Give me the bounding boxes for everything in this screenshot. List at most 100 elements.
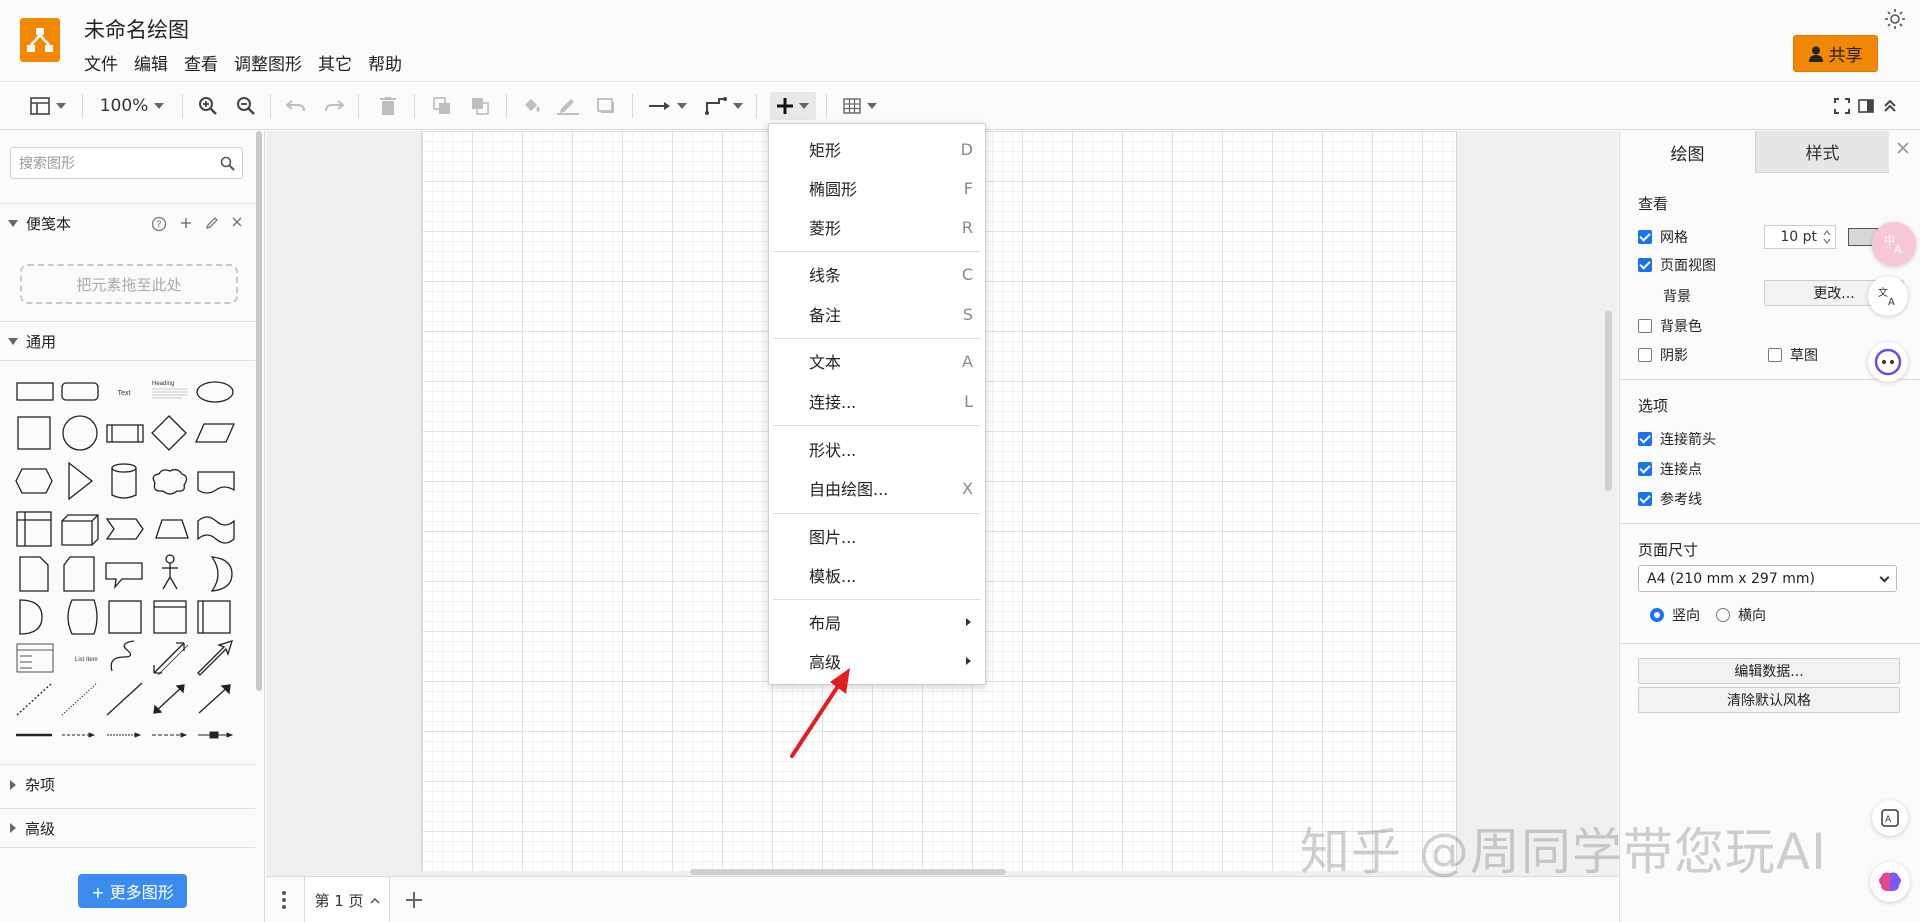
shadow-checkbox-row[interactable]: 阴影: [1638, 345, 1688, 365]
shape-link-labeled[interactable]: [152, 732, 188, 738]
format-toggle-button[interactable]: [1856, 92, 1876, 120]
screenshot-translate-widget[interactable]: A: [1872, 800, 1908, 836]
landscape-radio-row[interactable]: 横向: [1716, 605, 1766, 625]
page-view-checkbox-row[interactable]: 页面视图: [1638, 255, 1716, 275]
menu-item-freehand[interactable]: 自由绘图... X: [769, 469, 985, 507]
shape-or[interactable]: [210, 556, 233, 592]
shape-delay[interactable]: [19, 599, 43, 635]
connection-style-dropdown[interactable]: [646, 92, 690, 120]
shape-curve[interactable]: [110, 640, 135, 672]
document-title[interactable]: 未命名绘图: [84, 14, 189, 44]
shape-data-storage[interactable]: [67, 599, 98, 635]
zoom-in-button[interactable]: [196, 92, 220, 120]
menu-arrange[interactable]: 调整图形: [234, 50, 302, 75]
shape-textbox[interactable]: Heading: [152, 381, 188, 399]
shape-cylinder[interactable]: [111, 463, 137, 499]
connection-arrows-row[interactable]: 连接箭头: [1638, 429, 1716, 449]
translate-widget[interactable]: 中A: [1872, 222, 1916, 266]
connection-points-row[interactable]: 连接点: [1638, 459, 1702, 479]
shape-trapezoid[interactable]: [155, 519, 189, 539]
shape-dotted-line[interactable]: [61, 682, 98, 716]
scratchpad-header[interactable]: 便笺本 ?: [0, 203, 255, 243]
grid-checkbox-row[interactable]: 网格: [1638, 227, 1688, 247]
menu-item-layout[interactable]: 布局: [769, 603, 985, 641]
shadow-button[interactable]: [594, 92, 618, 120]
menu-item-note[interactable]: 备注 S: [769, 295, 985, 333]
clear-default-style-button[interactable]: 清除默认风格: [1638, 687, 1900, 713]
shape-dashed-line[interactable]: [16, 682, 53, 716]
shape-triangle[interactable]: [68, 461, 94, 501]
menu-view[interactable]: 查看: [184, 50, 218, 75]
shape-step[interactable]: [105, 518, 144, 540]
shape-link-box[interactable]: [198, 731, 234, 739]
guides-row[interactable]: 参考线: [1638, 489, 1702, 509]
menu-edit[interactable]: 编辑: [134, 50, 168, 75]
shape-bidirectional-arrow[interactable]: [153, 642, 189, 676]
page-view-checkbox[interactable]: [1638, 258, 1652, 272]
waypoint-style-dropdown[interactable]: [702, 92, 746, 120]
shadow-checkbox[interactable]: [1638, 348, 1652, 362]
menu-item-ellipse[interactable]: 椭圆形 F: [769, 169, 985, 207]
scratchpad-drop-zone[interactable]: 把元素拖至此处: [20, 264, 238, 304]
delete-button[interactable]: [376, 92, 400, 120]
menu-file[interactable]: 文件: [84, 50, 118, 75]
connection-arrows-checkbox[interactable]: [1638, 432, 1652, 446]
spinner-icon[interactable]: [1822, 229, 1832, 245]
shape-card[interactable]: [63, 556, 95, 592]
sketch-checkbox[interactable]: [1768, 348, 1782, 362]
line-color-button[interactable]: [556, 92, 580, 120]
shape-diamond[interactable]: [151, 415, 187, 451]
shape-rounded-rectangle[interactable]: [61, 382, 99, 401]
portrait-radio-row[interactable]: 竖向: [1650, 605, 1700, 625]
close-icon[interactable]: [1896, 141, 1910, 155]
fill-color-button[interactable]: [520, 92, 544, 120]
zoom-dropdown[interactable]: 100%: [96, 92, 168, 120]
page-size-select[interactable]: A4 (210 mm x 297 mm): [1638, 565, 1897, 592]
menu-item-image[interactable]: 图片...: [769, 517, 985, 555]
shape-internal-storage[interactable]: [16, 511, 52, 547]
shape-process[interactable]: [106, 424, 144, 443]
zoom-out-button[interactable]: [234, 92, 258, 120]
menu-item-rhombus[interactable]: 菱形 R: [769, 208, 985, 246]
share-button[interactable]: 共享: [1793, 35, 1878, 72]
shape-list[interactable]: [16, 643, 54, 673]
shape-link-dotted-arrow[interactable]: [107, 732, 142, 738]
add-icon[interactable]: [179, 216, 193, 230]
format-panel-toggle[interactable]: [26, 92, 70, 120]
shape-cube[interactable]: [61, 514, 99, 546]
tab-style[interactable]: 样式: [1755, 131, 1889, 173]
shape-list-item[interactable]: List Item: [75, 657, 98, 663]
shape-line[interactable]: [106, 682, 143, 716]
sketch-checkbox-row[interactable]: 草图: [1768, 345, 1818, 365]
vertical-dots-icon[interactable]: [280, 889, 288, 911]
canvas-horizontal-scrollbar[interactable]: [690, 869, 1006, 875]
connection-points-checkbox[interactable]: [1638, 462, 1652, 476]
bg-color-checkbox[interactable]: [1638, 319, 1652, 333]
insert-button[interactable]: [770, 92, 816, 120]
menu-item-link[interactable]: 连接... L: [769, 382, 985, 420]
shape-tape[interactable]: [197, 516, 235, 544]
shape-vertical-container[interactable]: [197, 600, 231, 634]
add-page-icon[interactable]: [404, 890, 424, 910]
shape-hexagon[interactable]: [15, 468, 53, 494]
bg-color-checkbox-row[interactable]: 背景色: [1638, 316, 1702, 336]
assistant-widget[interactable]: [1868, 342, 1908, 382]
shape-swimlane[interactable]: [153, 600, 187, 634]
shape-circle[interactable]: [62, 415, 98, 451]
shape-note[interactable]: [19, 556, 49, 592]
menu-item-text[interactable]: 文本 A: [769, 342, 985, 380]
shape-ellipse[interactable]: [196, 381, 234, 403]
to-back-button[interactable]: [468, 92, 492, 120]
more-shapes-button[interactable]: + 更多图形: [78, 874, 187, 908]
grid-size-input[interactable]: 10 pt: [1764, 225, 1836, 249]
shape-bidirectional-connector[interactable]: [153, 684, 185, 714]
translate-page-widget[interactable]: 文A: [1868, 276, 1908, 316]
portrait-radio[interactable]: [1650, 608, 1664, 622]
to-front-button[interactable]: [430, 92, 454, 120]
shape-link-arrow[interactable]: [62, 732, 96, 738]
shape-document[interactable]: [197, 471, 235, 494]
help-icon[interactable]: ?: [151, 216, 167, 232]
edit-icon[interactable]: [205, 216, 219, 230]
general-section-header[interactable]: 通用: [0, 321, 255, 361]
shape-callout[interactable]: [105, 562, 143, 590]
